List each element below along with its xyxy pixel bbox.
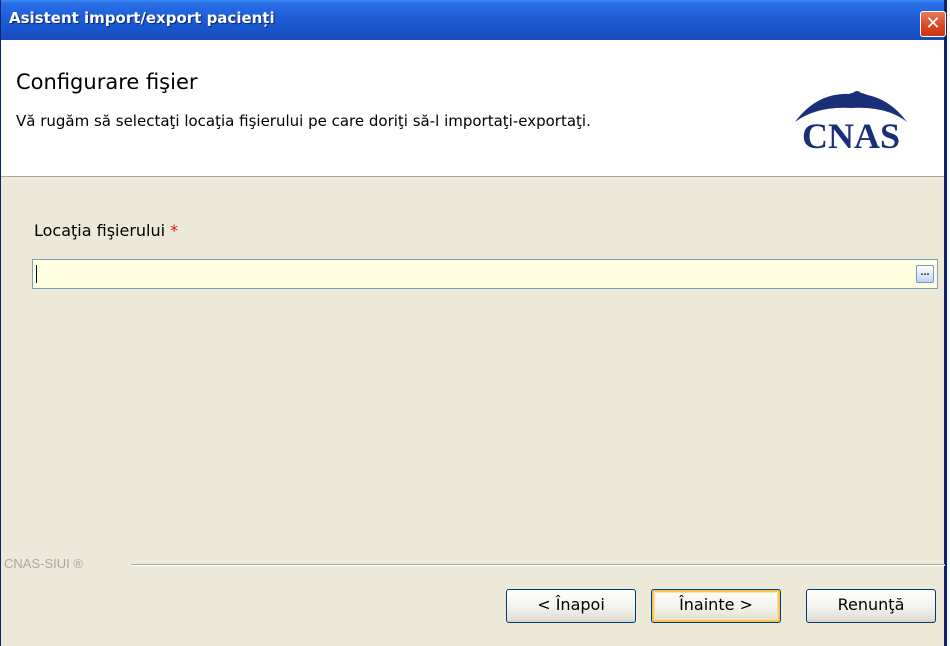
file-location-input[interactable]: ...: [32, 259, 938, 289]
location-label-text: Locaţia fişierului: [34, 221, 166, 240]
text-cursor: [36, 265, 37, 283]
page-title: Configurare fişier: [16, 70, 198, 94]
footer-divider: [131, 564, 945, 566]
browse-button[interactable]: ...: [916, 265, 934, 283]
close-icon: ✕: [925, 13, 941, 34]
page-subtitle: Vă rugăm să selectaţi locaţia fişierului…: [16, 112, 591, 130]
wizard-header: Configurare fişier Vă rugăm să selectaţi…: [1, 40, 944, 177]
wizard-window: Asistent import/export pacienți ✕ Config…: [0, 0, 947, 646]
logo-text: CNAS: [802, 116, 900, 152]
cnas-logo: CNAS: [795, 91, 907, 152]
close-button[interactable]: ✕: [920, 11, 946, 37]
back-button[interactable]: < Înapoi: [506, 589, 636, 623]
required-marker: *: [170, 221, 179, 240]
location-label: Locaţia fişierului *: [34, 221, 178, 240]
title-bar[interactable]: Asistent import/export pacienți ✕: [1, 0, 946, 40]
window-title: Asistent import/export pacienți: [9, 9, 275, 27]
cancel-button[interactable]: Renunţă: [806, 589, 936, 623]
next-button[interactable]: Înainte >: [651, 589, 781, 623]
footer-brand: CNAS-SIUI ®: [4, 556, 83, 571]
